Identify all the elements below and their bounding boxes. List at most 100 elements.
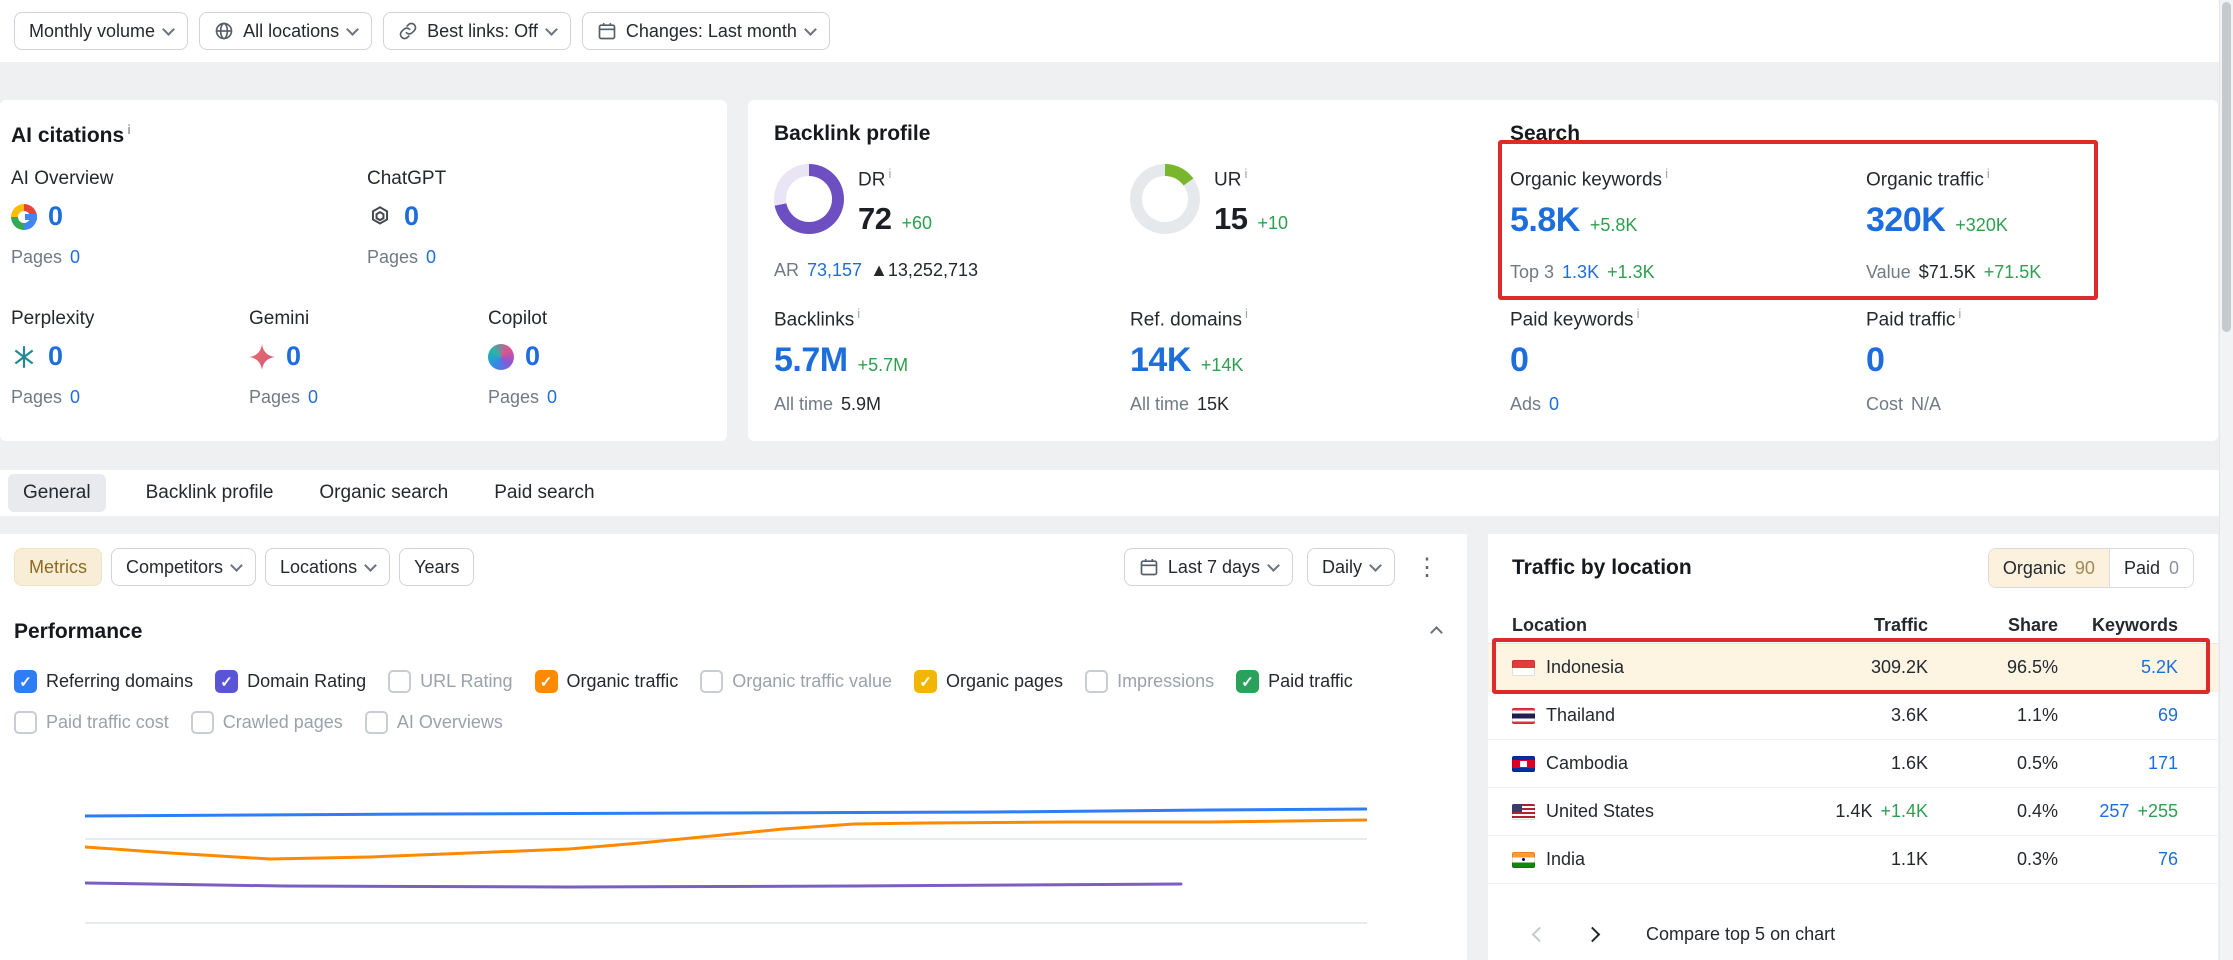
column-share[interactable]: Share xyxy=(1928,615,2058,636)
keywords-link[interactable]: 76 xyxy=(2158,849,2178,870)
table-row-cambodia[interactable]: Cambodia 1.6K 0.5% 171 xyxy=(1488,740,2218,788)
prev-page-chevron-icon[interactable] xyxy=(1532,927,1548,943)
chevron-down-icon xyxy=(364,559,377,572)
metric-toggle-referring-domains[interactable]: Referring domains xyxy=(14,670,193,693)
ref-domains-delta: +14K xyxy=(1201,355,1244,376)
pages-count-link[interactable]: 0 xyxy=(70,387,80,408)
organic-segment[interactable]: Organic 90 xyxy=(1989,549,2109,587)
paid-segment[interactable]: Paid 0 xyxy=(2109,549,2193,587)
traffic-delta: +1.4K xyxy=(1880,801,1928,822)
pages-count-link[interactable]: 0 xyxy=(70,247,80,268)
ai-source-name: AI Overview xyxy=(11,168,113,190)
chevron-down-icon xyxy=(230,559,243,572)
compare-top5-link[interactable]: Compare top 5 on chart xyxy=(1646,924,1835,945)
date-range-dropdown[interactable]: Last 7 days xyxy=(1124,548,1293,586)
pages-label: Pages xyxy=(11,387,62,408)
tab-organic-search[interactable]: Organic search xyxy=(313,474,454,512)
changes-dropdown[interactable]: Changes: Last month xyxy=(582,12,830,50)
table-row-thailand[interactable]: Thailand 3.6K 1.1% 69 xyxy=(1488,692,2218,740)
keywords-link[interactable]: 171 xyxy=(2148,753,2178,774)
keywords-link[interactable]: 69 xyxy=(2158,705,2178,726)
monthly-volume-dropdown[interactable]: Monthly volume xyxy=(14,12,188,50)
paid-keywords-metric: Paid keywords 0 Ads 0 xyxy=(1510,306,1639,415)
all-locations-dropdown[interactable]: All locations xyxy=(199,12,372,50)
metric-toggle-paid-traffic[interactable]: Paid traffic xyxy=(1236,670,1353,693)
ai-source-name: Gemini xyxy=(249,308,318,330)
metric-toggle-organic-traffic-value[interactable]: Organic traffic value xyxy=(700,670,892,693)
table-row-indonesia[interactable]: Indonesia 309.2K 96.5% 5.2K xyxy=(1488,644,2218,692)
collapse-chevron-icon[interactable] xyxy=(1432,623,1441,642)
paid-count: 0 xyxy=(2169,558,2179,579)
backlinks-metric: Backlinks 5.7M+5.7M All time5.9M xyxy=(774,306,908,415)
metrics-button[interactable]: Metrics xyxy=(14,548,102,586)
keywords-link[interactable]: 257 xyxy=(2099,801,2129,822)
tab-backlink-profile[interactable]: Backlink profile xyxy=(140,474,280,512)
locations-dropdown[interactable]: Locations xyxy=(265,548,390,586)
table-row-united-states[interactable]: United States 1.4K+1.4K 0.4% 257+255 xyxy=(1488,788,2218,836)
pages-count-link[interactable]: 0 xyxy=(308,387,318,408)
vertical-scrollbar[interactable] xyxy=(2219,0,2233,960)
copilot-metric: Copilot 0 Pages0 xyxy=(488,308,557,408)
metric-toggle-organic-pages[interactable]: Organic pages xyxy=(914,670,1063,693)
metric-toggle-crawled-pages[interactable]: Crawled pages xyxy=(191,711,343,734)
column-keywords[interactable]: Keywords xyxy=(2058,615,2178,636)
all-time-label: All time xyxy=(1130,394,1189,415)
traffic-value: 1.6K xyxy=(1728,753,1928,774)
paid-traffic-value-link[interactable]: 0 xyxy=(1866,341,1884,380)
next-page-chevron-icon[interactable] xyxy=(1585,927,1601,943)
url-rating-donut xyxy=(1130,164,1200,234)
metric-toggle-paid-traffic-cost[interactable]: Paid traffic cost xyxy=(14,711,169,734)
column-location[interactable]: Location xyxy=(1512,615,1728,636)
column-traffic[interactable]: Traffic xyxy=(1728,615,1928,636)
metric-toggle-organic-traffic[interactable]: Organic traffic xyxy=(535,670,679,693)
ads-count-link[interactable]: 0 xyxy=(1549,394,1559,415)
traffic-value: 3.6K xyxy=(1728,705,1928,726)
link-icon xyxy=(398,21,418,41)
traffic-by-location-panel: Traffic by location Organic 90 Paid 0 Lo… xyxy=(1488,534,2218,960)
ref-domains-value-link[interactable]: 14K xyxy=(1130,341,1191,380)
section-tabs: General Backlink profile Organic search … xyxy=(0,470,2221,516)
gemini-metric: Gemini 0 Pages0 xyxy=(249,308,318,408)
location-name: India xyxy=(1546,849,1585,870)
traffic-by-location-title: Traffic by location xyxy=(1512,556,1692,580)
ai-citations-count[interactable]: 0 xyxy=(525,341,540,372)
backlinks-value-link[interactable]: 5.7M xyxy=(774,341,848,380)
traffic-value-delta: +71.5K xyxy=(1984,262,2042,283)
ai-citations-count[interactable]: 0 xyxy=(48,201,63,232)
ar-value-link[interactable]: 73,157 xyxy=(807,260,862,281)
ai-source-name: ChatGPT xyxy=(367,168,446,190)
performance-title: Performance xyxy=(14,620,142,644)
table-row-india[interactable]: India 1.1K 0.3% 76 xyxy=(1488,836,2218,884)
tab-general[interactable]: General xyxy=(8,474,106,512)
best-links-dropdown[interactable]: Best links: Off xyxy=(383,12,571,50)
pages-count-link[interactable]: 0 xyxy=(426,247,436,268)
paid-traffic-metric: Paid traffic 0 Cost N/A xyxy=(1866,306,1961,415)
granularity-dropdown[interactable]: Daily xyxy=(1307,548,1395,586)
keywords-link[interactable]: 5.2K xyxy=(2141,657,2178,678)
ai-citations-count[interactable]: 0 xyxy=(404,201,419,232)
organic-paid-segmented-control: Organic 90 Paid 0 xyxy=(1988,548,2194,588)
kebab-menu-icon[interactable]: ⋮ xyxy=(1409,553,1445,582)
share-value: 0.3% xyxy=(1928,849,2058,870)
traffic-value: 309.2K xyxy=(1728,657,1928,678)
top3-value-link[interactable]: 1.3K xyxy=(1562,262,1599,283)
metric-toggle-url-rating[interactable]: URL Rating xyxy=(388,670,512,693)
organic-keywords-value-link[interactable]: 5.8K xyxy=(1510,201,1580,240)
scrollbar-thumb[interactable] xyxy=(2222,2,2231,332)
tab-paid-search[interactable]: Paid search xyxy=(488,474,600,512)
ai-citations-count[interactable]: 0 xyxy=(48,341,63,372)
metric-toggle-ai-overviews[interactable]: AI Overviews xyxy=(365,711,503,734)
metric-toggle-domain-rating[interactable]: Domain Rating xyxy=(215,670,366,693)
traffic-value: $71.5K xyxy=(1919,262,1976,283)
info-icon xyxy=(1984,166,1990,191)
metric-toggle-impressions[interactable]: Impressions xyxy=(1085,670,1214,693)
organic-traffic-value-link[interactable]: 320K xyxy=(1866,201,1945,240)
pages-count-link[interactable]: 0 xyxy=(547,387,557,408)
organic-count: 90 xyxy=(2075,558,2095,579)
paid-keywords-value-link[interactable]: 0 xyxy=(1510,341,1528,380)
info-icon xyxy=(1242,306,1248,331)
info-icon xyxy=(124,122,131,148)
ai-citations-count[interactable]: 0 xyxy=(286,341,301,372)
competitors-dropdown[interactable]: Competitors xyxy=(111,548,256,586)
years-button[interactable]: Years xyxy=(399,548,474,586)
